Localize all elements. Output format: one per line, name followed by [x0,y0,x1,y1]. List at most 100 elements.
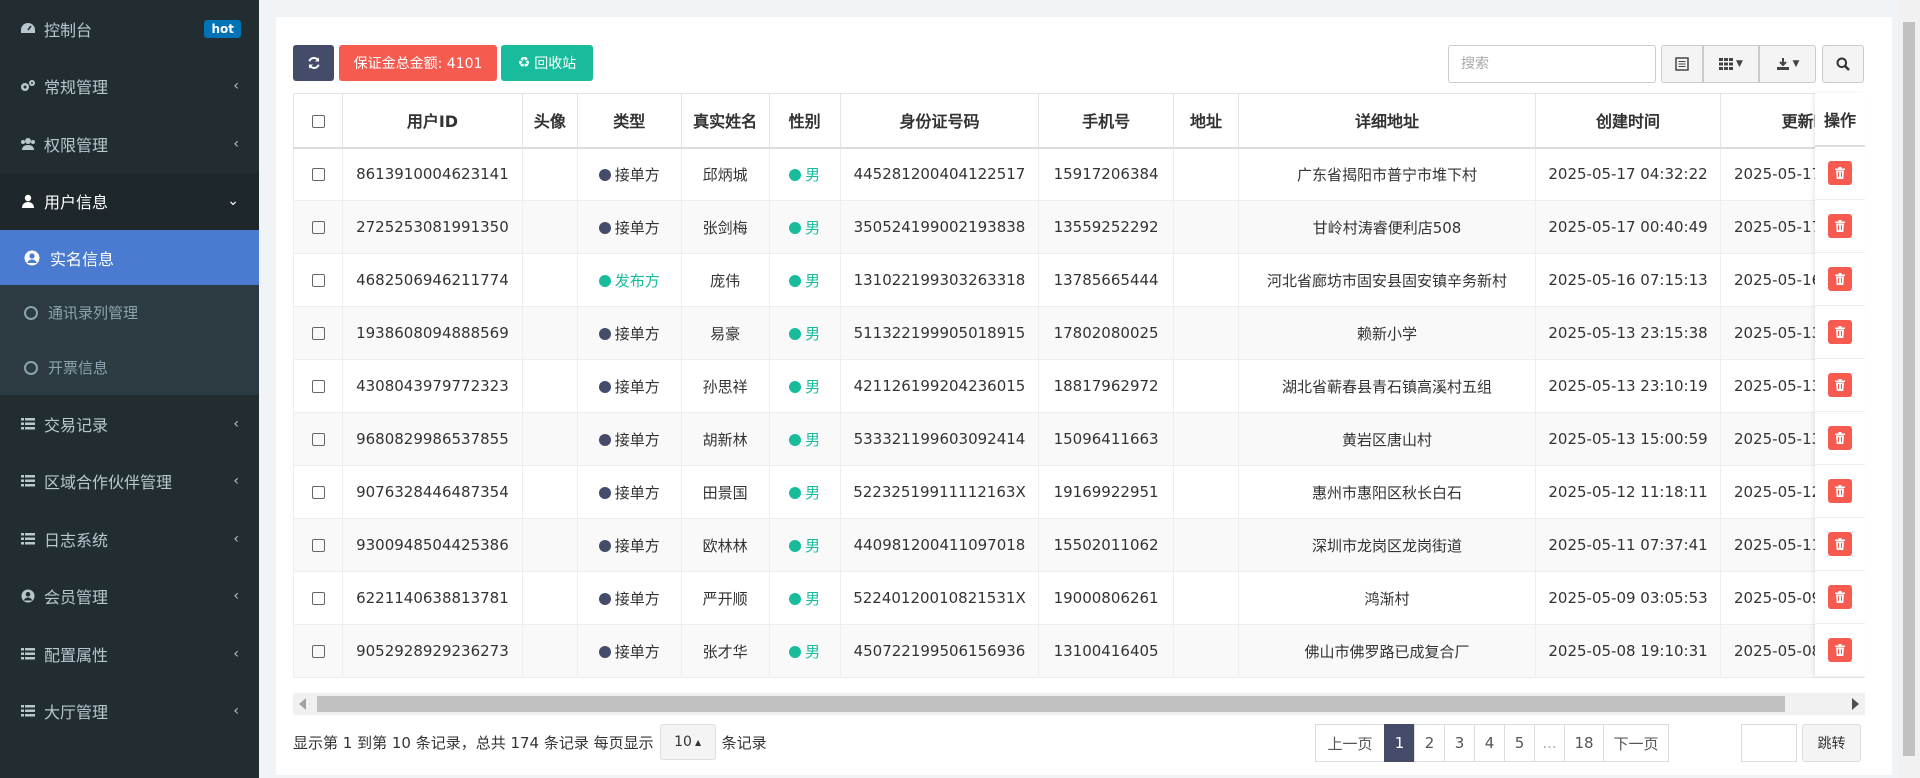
page-vertical-scrollbar[interactable] [1898,0,1920,778]
sidebar-subitem-invoice[interactable]: 开票信息 [0,340,259,395]
col-header-realname[interactable]: 真实姓名 [680,93,770,149]
row-checkbox[interactable] [311,592,325,605]
col-header-idcard[interactable]: 身份证号码 [839,93,1040,149]
col-header-type[interactable]: 类型 [577,93,682,149]
table-row[interactable]: 9680829986537855 接单方 胡新林 男 53332119960309241… [293,412,1865,466]
delete-button[interactable] [1828,214,1852,238]
table-row[interactable]: 4308043979772323 接单方 孙思祥 男 42112619920423601… [293,359,1865,413]
sidebar-item-config[interactable]: 配置属性 ‹ [0,625,259,683]
delete-button[interactable] [1828,638,1852,662]
circle-icon [24,360,38,375]
row-checkbox[interactable] [311,380,325,393]
cell-avatar [521,253,579,307]
sidebar-item-general[interactable]: 常规管理 ‹ [0,58,259,116]
row-checkbox[interactable] [311,486,325,499]
recycle-bin-button[interactable]: ♻ 回收站 [501,45,593,81]
user-icon [20,193,36,209]
delete-button[interactable] [1828,373,1852,397]
type-dot-icon [598,327,611,340]
horizontal-scrollbar[interactable] [293,693,1865,715]
cell-userid: 9300948504425386 [342,518,523,572]
grid-icon [1719,58,1734,70]
cell-idcard: 421126199204236015 [839,359,1040,413]
table-row[interactable]: 6221140638813781 接单方 严开顺 男 52240120010821531… [293,571,1865,625]
scroll-right-arrow-icon[interactable] [1852,698,1859,710]
jump-page-input[interactable] [1741,724,1797,762]
export-button[interactable]: ▼ [1759,45,1816,83]
list-icon [20,646,36,662]
page-button[interactable]: 4 [1474,724,1505,762]
cell-userid: 1938608094888569 [342,306,523,360]
select-all-checkbox[interactable] [311,114,325,128]
refresh-button[interactable] [293,45,334,81]
page-size-dropdown[interactable]: 10 ▲ [659,724,716,760]
delete-button[interactable] [1828,585,1852,609]
card-view-button[interactable] [1661,45,1703,83]
cell-type: 接单方 [577,200,682,254]
col-header-phone[interactable]: 手机号 [1038,93,1174,149]
cell-detail-address: 赖新小学 [1238,306,1536,360]
sidebar-subitem-realname[interactable]: 实名信息 [0,230,259,285]
delete-button[interactable] [1828,479,1852,503]
search-button[interactable] [1822,45,1864,83]
cell-avatar [521,465,579,519]
sidebar-item-members[interactable]: 会员管理 ‹ [0,568,259,626]
row-checkbox[interactable] [311,645,325,658]
sidebar-item-partners[interactable]: 区域合作伙伴管理 ‹ [0,453,259,511]
prev-page-button[interactable]: 上一页 [1315,724,1385,762]
row-checkbox[interactable] [311,168,325,182]
page-scrollbar-thumb[interactable] [1903,22,1915,756]
col-header-avatar[interactable]: 头像 [521,93,579,149]
col-header-detail-address[interactable]: 详细地址 [1238,93,1536,149]
cell-address [1172,412,1240,466]
sidebar-item-logs[interactable]: 日志系统 ‹ [0,510,259,568]
delete-button[interactable] [1828,532,1852,556]
delete-button[interactable] [1828,426,1852,450]
search-icon [1836,57,1850,71]
page-button[interactable]: 2 [1414,724,1445,762]
table-row[interactable]: 9300948504425386 接单方 欧林林 男 44098120041109701… [293,518,1865,572]
col-header-userid[interactable]: 用户ID [342,93,523,149]
col-header-gender[interactable]: 性别 [768,93,841,149]
columns-toggle-button[interactable]: ▼ [1703,45,1759,83]
sidebar-item-transactions[interactable]: 交易记录 ‹ [0,395,259,453]
table-row[interactable]: 9076328446487354 接单方 田景国 男 52232519911112163… [293,465,1865,519]
next-page-button[interactable]: 下一页 [1603,724,1669,762]
scroll-left-arrow-icon[interactable] [299,698,306,710]
delete-button[interactable] [1828,161,1852,185]
sidebar-subitem-contacts[interactable]: 通讯录列管理 [0,285,259,340]
table-row[interactable]: 2725253081991350 接单方 张剑梅 男 35052419900219383… [293,200,1865,254]
cell-phone: 19169922951 [1038,465,1174,519]
deposit-total-button[interactable]: 保证金总金额: 4101 [339,45,497,81]
scrollbar-thumb[interactable] [317,696,1785,712]
row-select-cell [293,253,344,307]
sidebar-item-label: 区域合作伙伴管理 [44,473,173,493]
page-button[interactable]: 3 [1444,724,1475,762]
jump-button[interactable]: 跳转 [1802,724,1861,762]
row-operations-cell [1815,465,1865,518]
row-checkbox[interactable] [311,539,325,552]
sidebar-item-user-info[interactable]: 用户信息 ⌄ [0,172,259,230]
page-button[interactable]: 5 [1504,724,1535,762]
delete-button[interactable] [1828,267,1852,291]
row-checkbox[interactable] [311,433,325,446]
row-checkbox[interactable] [311,327,325,340]
gender-dot-icon [789,433,802,446]
table-row[interactable]: 8613910004623141 接单方 邱炳城 男 44528120040412251… [293,147,1865,201]
search-input[interactable] [1448,45,1656,83]
gender-label: 男 [805,271,821,290]
table-row[interactable]: 9052928929236273 接单方 张才华 男 45072219950615693… [293,624,1865,678]
sidebar-item-permissions[interactable]: 权限管理 ‹ [0,115,259,173]
row-checkbox[interactable] [311,221,325,234]
sidebar-item-hall[interactable]: 大厅管理 ‹ [0,683,259,741]
table-row[interactable]: 1938608094888569 接单方 易豪 男 511322199905018915… [293,306,1865,360]
sidebar-item-dashboard[interactable]: 控制台 hot [0,0,259,58]
col-header-created[interactable]: 创建时间 [1534,93,1722,149]
caret-down-icon: ▼ [1736,59,1743,69]
delete-button[interactable] [1828,320,1852,344]
table-row[interactable]: 4682506946211774 发布方 庞伟 男 131022199303263318… [293,253,1865,307]
row-checkbox[interactable] [311,274,325,287]
page-button[interactable]: 1 [1384,724,1415,762]
page-button[interactable]: 18 [1564,724,1604,762]
col-header-address[interactable]: 地址 [1172,93,1240,149]
